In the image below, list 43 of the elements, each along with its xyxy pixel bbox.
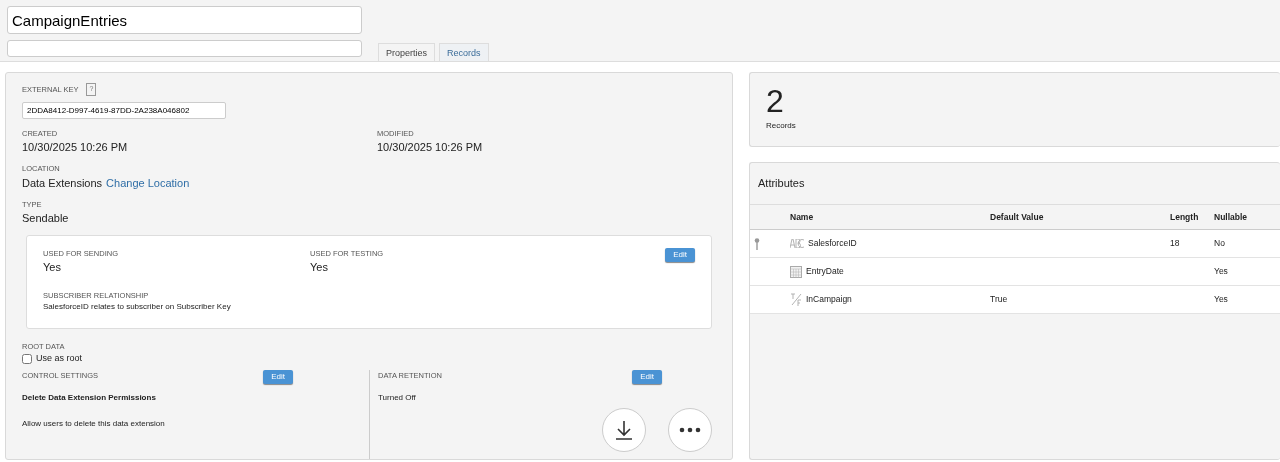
- calendar-icon: [790, 265, 802, 278]
- checkbox[interactable]: [22, 353, 32, 364]
- attribute-length: 18: [1170, 238, 1180, 249]
- field-value: Yes: [310, 260, 329, 275]
- name-field[interactable]: CampaignEntries: [7, 6, 362, 34]
- nullable-value: Yes: [1214, 266, 1228, 277]
- permission-title: Delete Data Extension Permissions: [22, 391, 157, 404]
- column-header: Length: [1170, 211, 1199, 222]
- field-value: Sendable: [22, 211, 70, 227]
- edit-button[interactable]: Edit: [263, 369, 293, 384]
- field-value: Data Extensions: [22, 175, 103, 191]
- field-value: 10/30/2025 10:26 PM: [377, 139, 483, 155]
- more-button[interactable]: [668, 407, 712, 452]
- default-value: True: [990, 294, 1008, 305]
- nullable-value: No: [1214, 238, 1225, 249]
- column-header: Name: [790, 211, 814, 222]
- attribute-name: EntryDate: [806, 265, 844, 279]
- record-count: 2: [766, 85, 785, 117]
- checkbox-label: Use as root: [36, 352, 83, 365]
- attribute-name: SalesforceID: [808, 237, 857, 251]
- tab[interactable]: Records: [439, 43, 489, 61]
- edit-button[interactable]: Edit: [632, 369, 662, 384]
- boolean-type-icon: [790, 293, 802, 307]
- column-header: Default Value: [990, 211, 1044, 222]
- field-value: 10/30/2025 10:26 PM: [22, 139, 129, 155]
- description-field[interactable]: [7, 40, 362, 57]
- record-count-label: Records: [766, 120, 797, 132]
- edit-button[interactable]: Edit: [665, 247, 695, 262]
- field-value: SalesforceID relates to subscriber on Subscriber Key: [43, 300, 232, 313]
- tab[interactable]: Properties: [378, 43, 436, 61]
- change-location-link[interactable]: Change Location: [106, 174, 190, 191]
- retention-value: Turned Off: [378, 391, 417, 404]
- permission-description: Allow users to delete this data extension: [22, 417, 166, 430]
- more-icon: [679, 426, 701, 433]
- text-type-icon: [790, 239, 804, 249]
- column-header: Nullable: [1214, 211, 1248, 222]
- download-button[interactable]: [602, 407, 646, 452]
- panel-title: Attributes: [757, 176, 806, 191]
- external-key-field[interactable]: 2DDA8412-D997-4619-87DD-2A238A046802: [22, 101, 226, 119]
- field-value: Yes: [43, 260, 62, 275]
- download-icon: [615, 419, 633, 440]
- attribute-name: InCampaign: [806, 293, 852, 307]
- nullable-value: Yes: [1214, 294, 1228, 305]
